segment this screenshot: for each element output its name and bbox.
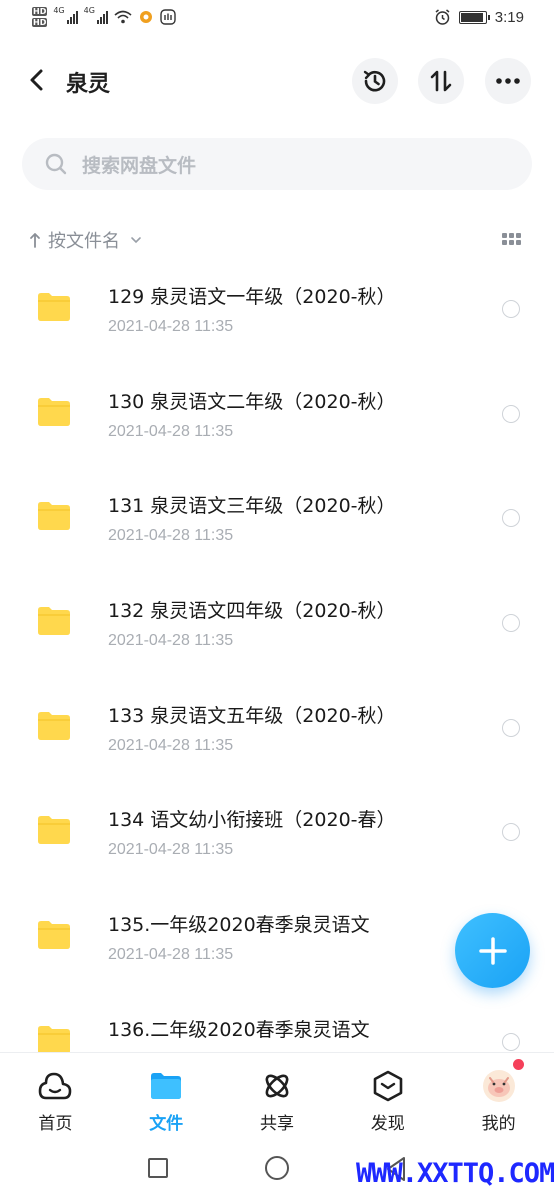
clock: 3:19 <box>494 9 524 26</box>
list-item[interactable]: 134 语文幼小衔接班（2020-春） 2021-04-28 11:35 <box>0 785 554 890</box>
nav-label: 我的 <box>481 1114 516 1134</box>
history-icon <box>363 70 386 92</box>
list-item[interactable]: 130 泉灵语文二年级（2020-秋） 2021-04-28 11:35 <box>0 367 554 472</box>
file-name: 131 泉灵语文三年级（2020-秋） <box>108 495 396 518</box>
hd-indicator: HD HD <box>32 7 48 27</box>
file-date: 2021-04-28 11:35 <box>108 632 234 650</box>
file-date: 2021-04-28 11:35 <box>108 318 234 335</box>
network-type-2: 4G <box>83 6 95 15</box>
file-name: 130 泉灵语文二年级（2020-秋） <box>108 390 396 413</box>
avatar-icon <box>482 1070 515 1102</box>
header: 泉灵 <box>0 55 554 107</box>
select-checkbox[interactable] <box>502 300 520 318</box>
select-checkbox[interactable] <box>502 509 520 528</box>
sort-label: 按文件名 <box>48 231 120 252</box>
file-date: 2021-04-28 11:35 <box>108 736 234 754</box>
folder-icon <box>38 816 70 845</box>
nav-item-share[interactable]: 共享 <box>222 1053 333 1141</box>
history-button[interactable] <box>352 58 398 104</box>
list-item[interactable]: 129 泉灵语文一年级（2020-秋） 2021-04-28 11:35 <box>0 262 554 367</box>
file-date: 2021-04-28 11:35 <box>108 527 234 545</box>
file-name: 134 语文幼小衔接班（2020-春） <box>108 809 396 832</box>
sort-row: 按文件名 <box>28 224 526 256</box>
chevron-down-icon <box>131 237 141 244</box>
file-date: 2021-04-28 11:35 <box>108 841 234 859</box>
file-date: 2021-04-28 11:35 <box>108 946 234 964</box>
chevron-left-icon <box>30 69 43 91</box>
file-name: 133 泉灵语文五年级（2020-秋） <box>108 704 396 727</box>
folder-icon <box>38 1025 70 1052</box>
watermark: WWW.XXTTQ.COM <box>356 1158 554 1189</box>
select-checkbox[interactable] <box>502 823 520 842</box>
page-title: 泉灵 <box>66 72 111 97</box>
list-item[interactable]: 131 泉灵语文三年级（2020-秋） 2021-04-28 11:35 <box>0 471 554 576</box>
network-type-1: 4G <box>53 6 65 15</box>
select-checkbox[interactable] <box>502 614 520 633</box>
nav-item-discover[interactable]: 发现 <box>332 1053 443 1141</box>
sort-by-name-button[interactable]: 按文件名 <box>28 227 144 253</box>
list-item[interactable]: 132 泉灵语文四年级（2020-秋） 2021-04-28 11:35 <box>0 576 554 681</box>
back-button[interactable] <box>22 65 52 95</box>
search-icon <box>45 153 67 175</box>
more-dots-icon <box>496 78 520 84</box>
nav-item-files[interactable]: 文件 <box>111 1053 222 1141</box>
cloud-home-icon <box>39 1072 72 1100</box>
signal-icon-2 <box>96 10 108 24</box>
folder-icon <box>38 293 70 321</box>
alarm-icon <box>435 9 450 25</box>
wifi-icon <box>114 10 132 24</box>
battery-icon <box>458 11 490 24</box>
search-input[interactable]: 搜索网盘文件 <box>22 138 532 190</box>
file-date: 2021-04-28 11:35 <box>108 422 234 440</box>
nav-item-home[interactable]: 首页 <box>0 1053 111 1141</box>
folder-icon <box>38 711 70 740</box>
sort-arrows-icon <box>430 70 452 92</box>
nav-label: 发现 <box>370 1114 405 1134</box>
file-name: 132 泉灵语文四年级（2020-秋） <box>108 600 396 623</box>
system-nav-bar: WWW.XXTTQ.COM <box>0 1140 554 1200</box>
app-notification-icon <box>139 11 152 23</box>
arrow-up-icon <box>30 233 40 248</box>
file-name: 135.一年级2020春季泉灵语文 <box>108 914 370 937</box>
folder-icon <box>38 607 70 636</box>
bottom-nav: 首页 文件 共享 发现 我的 <box>0 1052 554 1140</box>
select-checkbox[interactable] <box>502 1032 520 1051</box>
home-button[interactable] <box>265 1156 289 1180</box>
file-name: 129 泉灵语文一年级（2020-秋） <box>108 286 396 308</box>
nav-label: 共享 <box>259 1114 294 1134</box>
folder-icon <box>38 397 70 426</box>
folder-icon <box>38 921 70 950</box>
notification-badge <box>512 1059 524 1070</box>
nav-item-profile[interactable]: 我的 <box>443 1053 554 1141</box>
folder-icon <box>38 502 70 531</box>
hand-notification-icon <box>160 9 176 25</box>
status-bar: HD HD 4G 4G 3:19 <box>0 0 554 40</box>
recents-button[interactable] <box>148 1158 168 1178</box>
signal-icon <box>66 10 78 24</box>
search-placeholder: 搜索网盘文件 <box>82 154 197 177</box>
list-item[interactable]: 133 泉灵语文五年级（2020-秋） 2021-04-28 11:35 <box>0 681 554 786</box>
nav-label: 文件 <box>149 1114 184 1134</box>
discover-icon <box>373 1070 403 1102</box>
sort-button[interactable] <box>418 58 464 104</box>
folder-icon <box>151 1073 182 1099</box>
nav-label: 首页 <box>38 1114 73 1134</box>
select-checkbox[interactable] <box>502 718 520 737</box>
more-button[interactable] <box>485 58 531 104</box>
list-item[interactable]: 136.二年级2020春季泉灵语文 <box>0 995 554 1052</box>
share-orbit-icon <box>265 1074 289 1098</box>
grid-view-icon[interactable] <box>502 233 522 247</box>
file-name: 136.二年级2020春季泉灵语文 <box>108 1018 370 1041</box>
plus-icon <box>478 936 507 965</box>
select-checkbox[interactable] <box>502 404 520 423</box>
add-button[interactable] <box>455 913 530 988</box>
